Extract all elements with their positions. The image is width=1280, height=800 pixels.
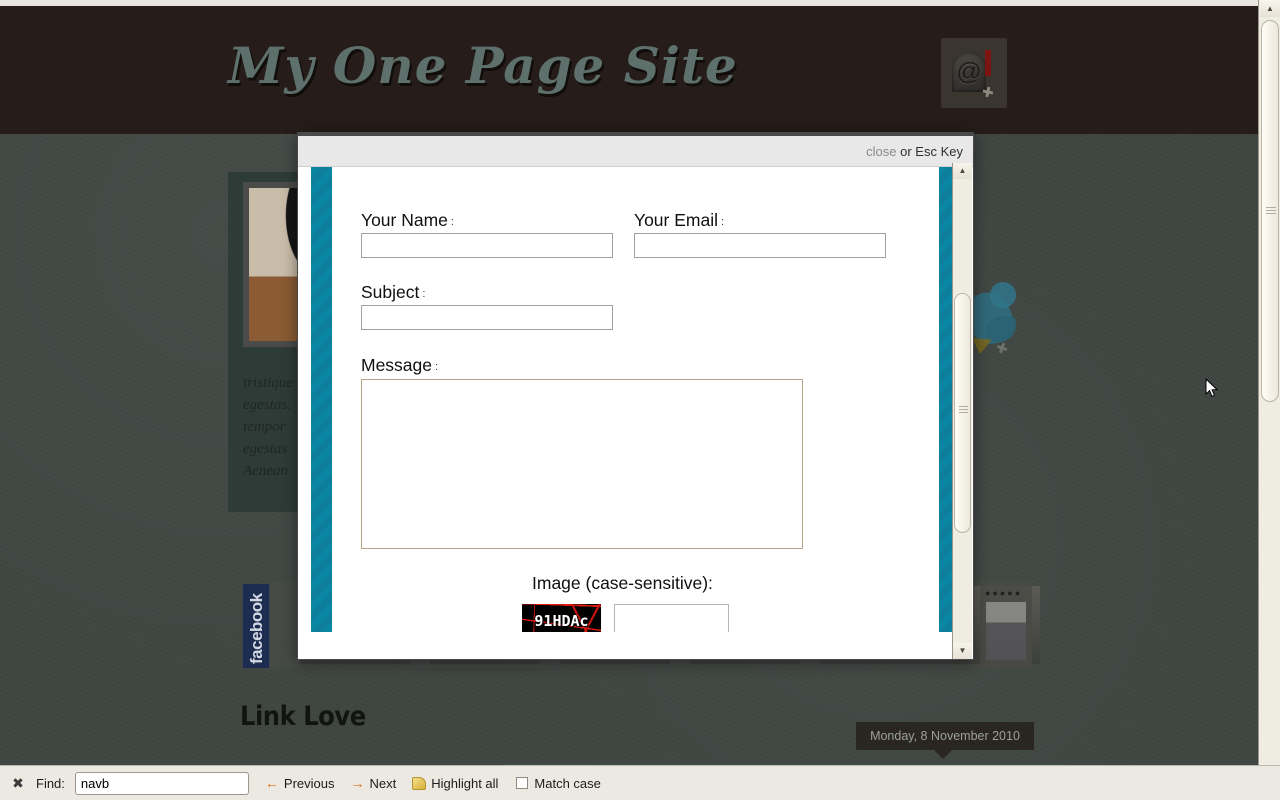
arrow-right-icon: → xyxy=(350,775,365,791)
name-input[interactable] xyxy=(361,233,613,258)
page-title: My One Page Site xyxy=(228,36,738,95)
link-love-heading: Link Love xyxy=(240,701,366,732)
message-label: Message: xyxy=(361,355,438,376)
modal-scrollbar-thumb[interactable] xyxy=(954,293,971,533)
site-header: My One Page Site @ ✚ xyxy=(0,6,1258,134)
page-scrollbar[interactable]: ▲ ▼ xyxy=(1258,0,1280,800)
page-scrollbar-thumb[interactable] xyxy=(1261,20,1279,402)
find-label: Find: xyxy=(36,775,65,791)
find-bar: ✖ Find: ← Previous → Next Highlight all … xyxy=(0,765,1280,800)
email-label-text: Your Email xyxy=(634,210,718,230)
wrench-icon: ✚ xyxy=(980,83,996,102)
close-button[interactable]: close xyxy=(866,144,896,159)
bird-feet xyxy=(972,338,992,354)
modal-stripe-left xyxy=(311,167,332,632)
modal-close-area: close or Esc Key xyxy=(866,136,963,167)
subject-label-text: Subject xyxy=(361,282,420,302)
captcha-image: 91HDAc xyxy=(522,604,601,632)
highlight-all-label: Highlight all xyxy=(431,775,499,791)
colon: : xyxy=(720,216,725,228)
contact-modal: close or Esc Key Your Name: Your Email: … xyxy=(297,132,974,660)
colon: : xyxy=(708,573,713,593)
message-label-text: Message xyxy=(361,355,433,375)
highlighter-icon xyxy=(412,776,427,790)
scrollbar-grip xyxy=(959,406,968,413)
find-previous-label: Previous xyxy=(283,775,335,791)
match-case-checkbox[interactable] xyxy=(516,777,529,789)
email-input[interactable] xyxy=(634,233,886,258)
tooltip-pointer xyxy=(934,750,952,759)
captcha-label: Image (case-sensitive): xyxy=(532,573,713,594)
message-textarea[interactable] xyxy=(361,379,803,549)
bird-head xyxy=(990,282,1016,308)
colon: : xyxy=(450,216,454,228)
subject-label: Subject: xyxy=(361,282,425,303)
scroll-down-arrow-icon[interactable]: ▼ xyxy=(953,643,972,659)
search-input[interactable] xyxy=(74,771,249,795)
find-next-label: Next xyxy=(369,775,397,791)
facebook-badge[interactable]: facebook xyxy=(243,584,269,668)
contact-form: Your Name: Your Email: Subject: Message:… xyxy=(332,167,939,632)
close-icon[interactable]: ✖ xyxy=(8,775,28,792)
find-previous-button[interactable]: ← Previous xyxy=(265,775,335,791)
modal-scrollbar[interactable]: ▲ ▼ xyxy=(952,163,972,659)
name-label-text: Your Name xyxy=(361,210,448,230)
match-case-toggle[interactable]: Match case xyxy=(516,775,601,791)
name-label: Your Name: xyxy=(361,210,454,231)
modal-topbar: close or Esc Key xyxy=(298,136,973,167)
date-tooltip-text: Monday, 8 November 2010 xyxy=(870,729,1020,743)
captcha-label-text: Image (case-sensitive) xyxy=(532,573,709,593)
at-glyph: @ xyxy=(956,58,982,86)
email-label: Your Email: xyxy=(634,210,724,231)
photo-card-dots: ●●●●● xyxy=(985,588,1023,598)
page-content: My One Page Site @ ✚ tristique egestas. … xyxy=(0,6,1258,765)
arrow-left-icon: ← xyxy=(264,775,279,791)
scrollbar-grip xyxy=(1266,207,1276,214)
captcha-input[interactable] xyxy=(614,604,729,632)
photo-card-image xyxy=(986,602,1026,660)
colon: : xyxy=(422,288,426,300)
bird-wing xyxy=(986,316,1016,342)
match-case-label: Match case xyxy=(534,775,601,791)
date-tooltip: Monday, 8 November 2010 xyxy=(856,722,1034,759)
mailbox-at-icon[interactable]: @ ✚ xyxy=(941,38,1007,108)
find-next-button[interactable]: → Next xyxy=(350,775,396,791)
captcha-text: 91HDAc xyxy=(534,612,589,630)
photo-card[interactable]: ●●●●● xyxy=(980,584,1032,668)
mailbox-flag xyxy=(985,50,991,76)
scroll-up-arrow-icon[interactable]: ▲ xyxy=(953,163,972,179)
highlight-all-button[interactable]: Highlight all xyxy=(412,776,498,791)
colon: : xyxy=(435,361,439,373)
browser-window: My One Page Site @ ✚ tristique egestas. … xyxy=(0,0,1280,800)
esc-hint: or Esc Key xyxy=(900,144,963,159)
page-scroll-up-arrow-icon[interactable]: ▲ xyxy=(1260,0,1280,17)
facebook-label: facebook xyxy=(247,593,266,664)
subject-input[interactable] xyxy=(361,305,613,330)
